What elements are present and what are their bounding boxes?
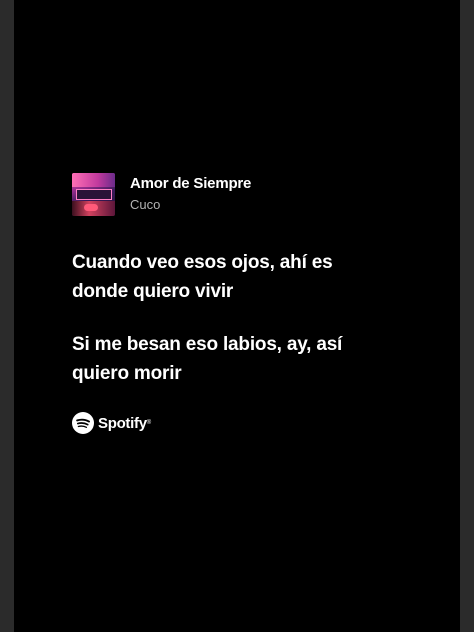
lyric-line: Si me besan eso labios, ay, así quiero m… [72, 334, 343, 384]
song-title: Amor de Siempre [130, 175, 252, 192]
track-meta: Amor de Siempre Cuco [130, 174, 251, 214]
lyrics-card: Amor de Siempre Cuco Cuando veo esos ojo… [72, 172, 432, 434]
track-header: Amor de Siempre Cuco [72, 172, 432, 216]
spotify-wordmark: Spotify [98, 414, 147, 432]
spotify-logo-icon [72, 412, 94, 434]
lyrics-share-card-background: Amor de Siempre Cuco Cuando veo esos ojo… [14, 0, 460, 632]
lyrics-block: Cuando veo esos ojos, ahí es donde quier… [72, 248, 432, 388]
trademark-symbol: ® [146, 420, 152, 426]
album-cover-icon [72, 172, 115, 216]
lyric-line: Cuando veo esos ojos, ahí es donde quier… [72, 252, 333, 302]
artist-name: Cuco [130, 197, 161, 212]
spotify-brand: Spotify ® [72, 412, 432, 434]
